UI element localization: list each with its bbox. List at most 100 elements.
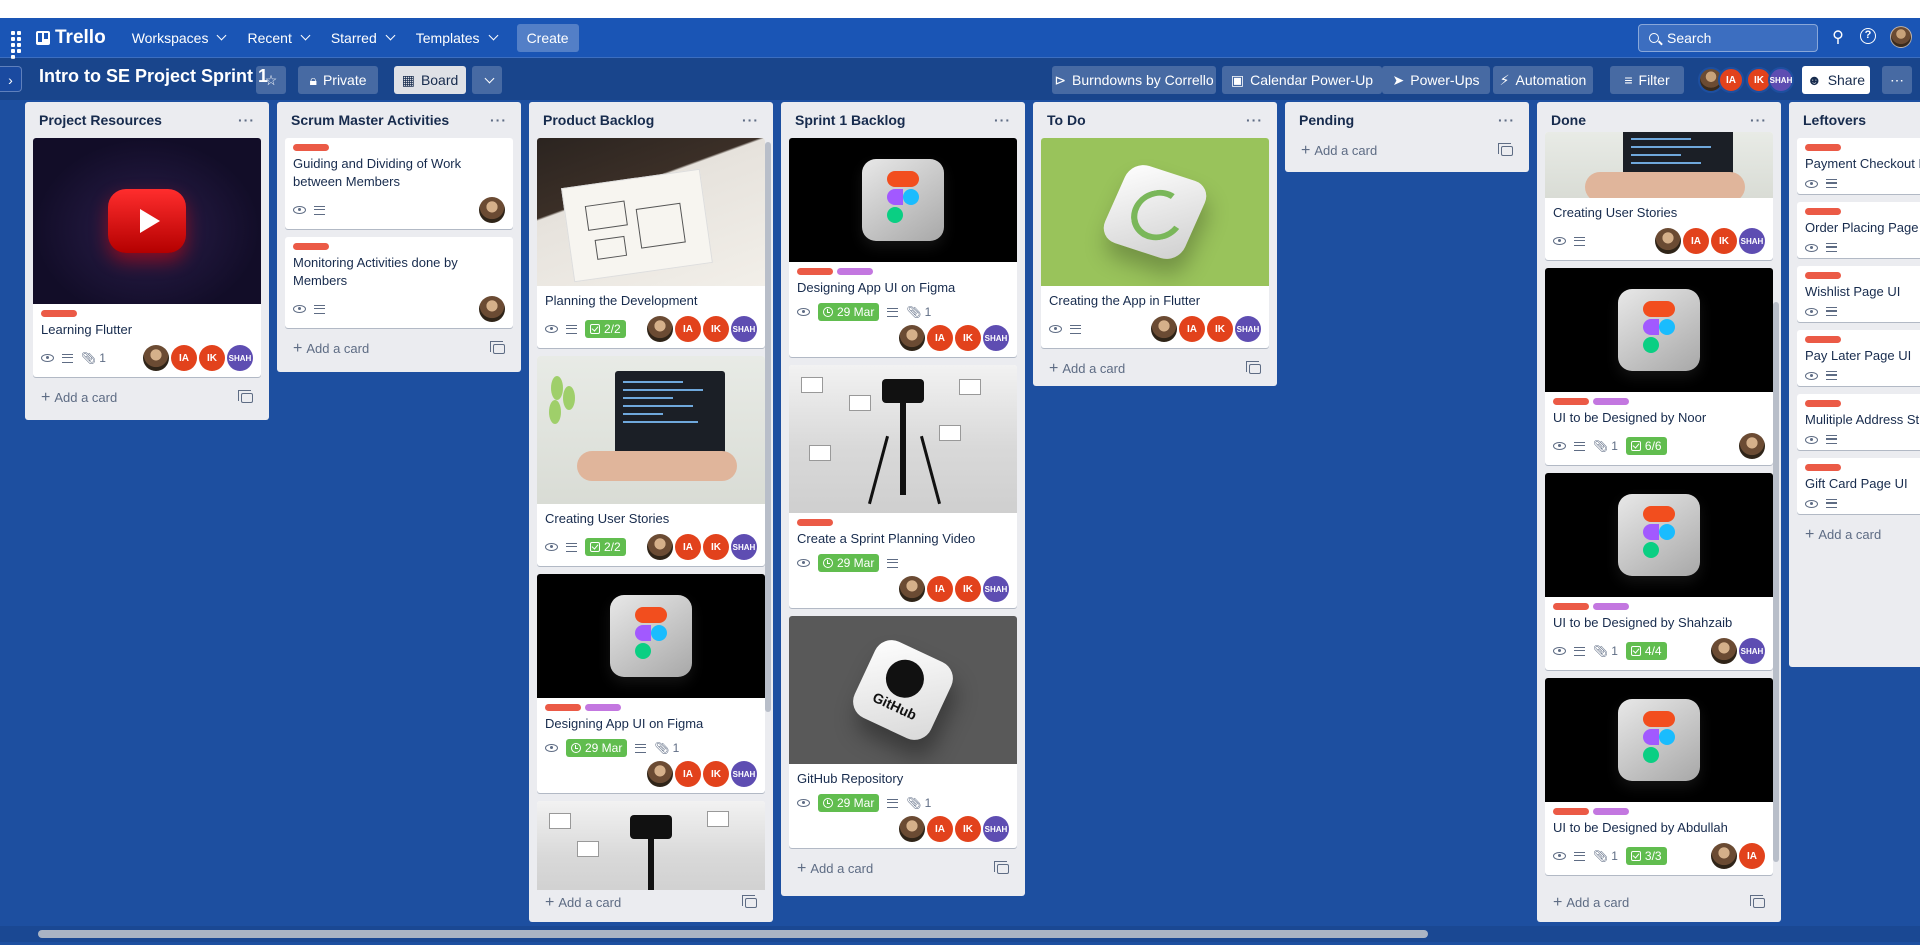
list-title[interactable]: Project Resources [39, 112, 162, 128]
member-ik[interactable]: IK [955, 576, 981, 602]
view-switcher-button[interactable] [472, 66, 502, 94]
nav-templates[interactable]: Templates [406, 24, 507, 52]
card-creating-user-stories[interactable]: Creating User Stories 2/2 IA IK SHAH [537, 356, 765, 566]
powerups-button[interactable]: ➤ Power-Ups [1382, 66, 1490, 94]
member-ik[interactable]: IK [955, 816, 981, 842]
member-avatar[interactable] [143, 345, 169, 371]
visibility-button[interactable]: 🔒︎ Private [298, 66, 378, 94]
nav-workspaces[interactable]: Workspaces [122, 24, 236, 52]
member-avatar[interactable] [1655, 228, 1681, 254]
member-shah[interactable]: SHAH [1235, 316, 1261, 342]
member-ia[interactable]: IA [1683, 228, 1709, 254]
card-order-placing[interactable]: Order Placing Page U [1797, 202, 1920, 258]
member-avatar[interactable] [1711, 843, 1737, 869]
member-shah[interactable]: SHAH [983, 576, 1009, 602]
create-button[interactable]: Create [516, 23, 579, 52]
add-card-button[interactable]: + Add a card [789, 856, 1017, 882]
member-shah[interactable]: SHAH [227, 345, 253, 371]
template-icon[interactable] [994, 861, 1009, 874]
add-card-button[interactable]: + Add a card [33, 385, 261, 411]
search-input[interactable]: Search [1638, 24, 1818, 52]
board-view-button[interactable]: ▦ Board [394, 66, 466, 94]
member-avatar[interactable] [1151, 316, 1177, 342]
sidebar-toggle-button[interactable]: › [0, 66, 22, 92]
list-title[interactable]: Product Backlog [543, 112, 654, 128]
list-scrollbar[interactable] [765, 142, 771, 712]
member-ia[interactable]: IA [675, 534, 701, 560]
member-shah[interactable]: SHAH [983, 325, 1009, 351]
card-payment-checkout[interactable]: Payment Checkout Pa [1797, 138, 1920, 194]
due-date-badge[interactable]: 29 Mar [566, 739, 628, 757]
card-sprint-planning-video[interactable]: Create a Sprint Planning Video 29 Mar IA… [789, 365, 1017, 608]
member-avatar[interactable] [1739, 433, 1765, 459]
member-avatar[interactable] [647, 316, 673, 342]
list-menu-icon[interactable]: ··· [742, 112, 759, 128]
member-avatar[interactable] [899, 816, 925, 842]
account-avatar[interactable] [1890, 26, 1912, 48]
trello-logo[interactable]: Trello [36, 27, 106, 49]
add-card-button[interactable]: + Add a card [537, 890, 765, 916]
due-date-badge[interactable]: 29 Mar [818, 303, 880, 321]
filter-button[interactable]: ≡ Filter [1610, 66, 1684, 94]
member-ik[interactable]: IK [703, 761, 729, 787]
card-multiple-address[interactable]: Mulitiple Address Str [1797, 394, 1920, 450]
member-shah[interactable]: SHAH [731, 761, 757, 787]
automation-button[interactable]: ⚡︎ Automation [1493, 66, 1593, 94]
list-menu-icon[interactable]: ··· [1498, 112, 1515, 128]
member-avatar[interactable] [479, 296, 505, 322]
card-github-repository[interactable]: GitHub GitHub Repository 29 Mar 📎︎ 1 IA I… [789, 616, 1017, 848]
list-menu-icon[interactable]: ··· [1750, 112, 1767, 128]
list-title[interactable]: Pending [1299, 112, 1354, 128]
list-title[interactable]: Leftovers [1803, 112, 1866, 128]
calendar-powerup-button[interactable]: ▣ Calendar Power-Up [1222, 66, 1382, 94]
card-designing-app-ui-figma[interactable]: Designing App UI on Figma 29 Mar 📎︎ 1 IA … [789, 138, 1017, 357]
member-ia[interactable]: IA [1179, 316, 1205, 342]
member-avatar[interactable] [899, 325, 925, 351]
member-ia[interactable]: IA [1739, 843, 1765, 869]
member-ik[interactable]: IK [703, 534, 729, 560]
member-avatar[interactable] [899, 576, 925, 602]
card-learning-flutter[interactable]: Learning Flutter 📎︎ 1 IA IK SHAH [33, 138, 261, 377]
member-shah[interactable]: SHAH [1739, 638, 1765, 664]
burndowns-powerup-button[interactable]: ⊳ Burndowns by Corrello [1052, 66, 1216, 94]
member-shah[interactable]: SHAH [1739, 228, 1765, 254]
card-creating-user-stories-done[interactable]: Creating User Stories IA IK SHAH [1545, 132, 1773, 260]
card-ui-designed-shahzaib[interactable]: UI to be Designed by Shahzaib 📎︎ 1 4/4 SH… [1545, 473, 1773, 670]
share-button[interactable]: ☻ Share [1802, 66, 1870, 94]
member-ik[interactable]: IK [1711, 228, 1737, 254]
member-avatar[interactable] [647, 534, 673, 560]
card-creating-app-flutter[interactable]: Creating the App in Flutter IA IK SHAH [1041, 138, 1269, 348]
add-card-button[interactable]: + Add a card [1293, 138, 1521, 164]
member-ia[interactable]: IA [675, 316, 701, 342]
member-avatar[interactable] [1711, 638, 1737, 664]
list-title[interactable]: Sprint 1 Backlog [795, 112, 905, 128]
board-horizontal-scrollbar[interactable] [38, 930, 1428, 938]
card-pay-later-page[interactable]: Pay Later Page UI [1797, 330, 1920, 386]
member-ik[interactable]: IK [703, 316, 729, 342]
star-board-button[interactable]: ☆ [256, 66, 286, 94]
due-date-badge[interactable]: 29 Mar [818, 794, 880, 812]
list-title[interactable]: Scrum Master Activities [291, 112, 449, 128]
board-title[interactable]: Intro to SE Project Sprint 1 [39, 66, 268, 87]
member-avatar[interactable] [647, 761, 673, 787]
template-icon[interactable] [1498, 143, 1513, 156]
card-planning-development[interactable]: Planning the Development 2/2 IA IK SHAH [537, 138, 765, 348]
list-title[interactable]: Done [1551, 112, 1586, 128]
member-shah[interactable]: SHAH [731, 316, 757, 342]
list-scrollbar[interactable] [1773, 302, 1779, 862]
card-gift-card-page[interactable]: Gift Card Page UI [1797, 458, 1920, 514]
board-member-ia[interactable]: IA [1718, 67, 1744, 93]
list-title[interactable]: To Do [1047, 112, 1086, 128]
add-card-button[interactable]: + Add a card [1797, 522, 1920, 548]
list-menu-icon[interactable]: ··· [994, 112, 1011, 128]
help-icon[interactable]: ? [1860, 28, 1880, 48]
list-menu-icon[interactable]: ··· [238, 112, 255, 128]
nav-recent[interactable]: Recent [237, 24, 318, 52]
board-menu-button[interactable]: ⋯ [1882, 66, 1912, 94]
card-monitoring-activities[interactable]: Monitoring Activities done by Members [285, 237, 513, 328]
board-member-shah[interactable]: SHAH [1768, 67, 1794, 93]
member-avatar[interactable] [479, 197, 505, 223]
card-guiding-dividing-work[interactable]: Guiding and Dividing of Work between Mem… [285, 138, 513, 229]
card-wishlist-page[interactable]: Wishlist Page UI [1797, 266, 1920, 322]
due-date-badge[interactable]: 29 Mar [818, 554, 880, 572]
